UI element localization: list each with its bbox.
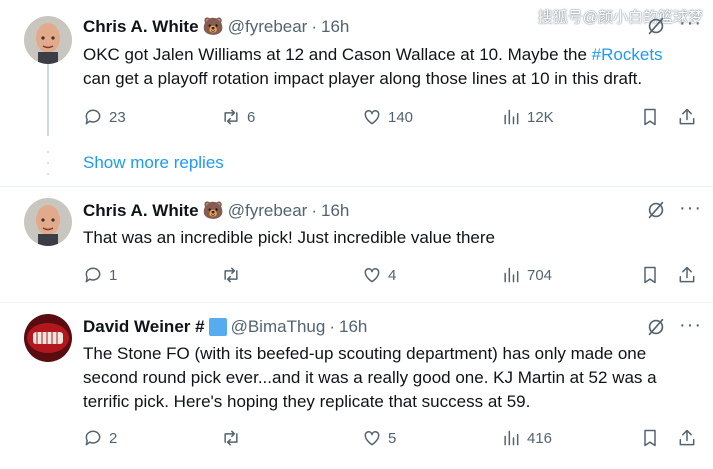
views-icon bbox=[504, 267, 519, 283]
tweet-text-line: terrific pick. Here's hoping they replic… bbox=[83, 392, 531, 411]
more-options-icon[interactable]: ··· bbox=[679, 13, 702, 33]
thread-dot bbox=[47, 151, 49, 153]
views-button[interactable]: 704 bbox=[501, 263, 552, 287]
like-count: 5 bbox=[388, 429, 397, 447]
retweet-button[interactable]: 6 bbox=[221, 105, 255, 129]
reply-count: 23 bbox=[109, 108, 126, 126]
separator: · bbox=[311, 17, 318, 36]
more-options-icon[interactable]: ··· bbox=[679, 315, 702, 335]
action-bar: 1 4 704 bbox=[83, 263, 703, 287]
author-handle[interactable]: @BimaThug bbox=[231, 317, 326, 337]
reply-icon bbox=[85, 267, 101, 283]
bookmark-icon bbox=[644, 266, 656, 284]
view-count: 12K bbox=[527, 108, 554, 126]
views-button[interactable]: 416 bbox=[501, 426, 552, 450]
bookmark-button[interactable] bbox=[640, 105, 660, 129]
grok-icon[interactable] bbox=[645, 199, 667, 226]
bookmark-icon bbox=[644, 108, 656, 126]
author-handle[interactable]: @fyrebear bbox=[228, 201, 308, 221]
heart-icon bbox=[364, 109, 380, 125]
avatar[interactable] bbox=[24, 16, 72, 64]
retweet-icon bbox=[224, 267, 238, 283]
bookmark-button[interactable] bbox=[640, 426, 660, 450]
avatar[interactable] bbox=[24, 314, 72, 362]
share-button[interactable] bbox=[677, 263, 697, 287]
avatar[interactable] bbox=[24, 198, 72, 246]
tweet-text-line: The Stone FO (with its beefed-up scoutin… bbox=[83, 344, 647, 363]
like-button[interactable]: 5 bbox=[362, 426, 396, 450]
like-count: 4 bbox=[388, 266, 397, 284]
like-button[interactable]: 4 bbox=[362, 263, 396, 287]
tweet-header: Chris A. White 🐻 @fyrebear · 16h bbox=[83, 17, 349, 37]
bear-emoji-icon: 🐻 bbox=[202, 201, 224, 220]
timestamp[interactable]: 16h bbox=[339, 317, 367, 337]
views-button[interactable]: 12K bbox=[501, 105, 554, 129]
tweet-text: OKC got Jalen Williams at 12 and Cason W… bbox=[83, 43, 708, 91]
like-button[interactable]: 140 bbox=[362, 105, 413, 129]
separator: · bbox=[329, 317, 335, 336]
reply-icon bbox=[85, 109, 101, 125]
timestamp[interactable]: 16h bbox=[321, 201, 349, 221]
view-count: 704 bbox=[527, 266, 553, 284]
more-options-icon[interactable]: ··· bbox=[679, 198, 702, 218]
author-name[interactable]: David Weiner # bbox=[83, 317, 205, 337]
views-icon bbox=[504, 430, 519, 446]
tweet-header: Chris A. White 🐻 @fyrebear · 16h bbox=[83, 201, 349, 221]
tweet-header: David Weiner # @BimaThug · 16h bbox=[83, 317, 367, 337]
retweet-button[interactable] bbox=[221, 426, 247, 450]
action-bar: 23 6 140 12K bbox=[83, 105, 703, 129]
author-handle[interactable]: @fyrebear bbox=[228, 17, 308, 37]
retweet-button[interactable] bbox=[221, 263, 247, 287]
reply-button[interactable]: 1 bbox=[83, 263, 117, 287]
reply-button[interactable]: 23 bbox=[83, 105, 126, 129]
separator: · bbox=[311, 201, 318, 220]
reply-count: 1 bbox=[109, 266, 118, 284]
tweet-text: The Stone FO (with its beefed-up scoutin… bbox=[83, 342, 708, 414]
retweet-icon bbox=[224, 109, 238, 125]
share-icon bbox=[679, 429, 695, 446]
bookmark-icon bbox=[644, 429, 656, 447]
like-count: 140 bbox=[388, 108, 414, 126]
share-icon bbox=[679, 266, 695, 283]
reply-icon bbox=[85, 430, 101, 446]
author-name[interactable]: Chris A. White bbox=[83, 201, 199, 221]
share-icon bbox=[679, 108, 695, 125]
timestamp[interactable]: 16h bbox=[321, 17, 349, 37]
retweet-count: 6 bbox=[247, 108, 256, 126]
tweet-text-part: OKC got Jalen Williams at 12 and Cason W… bbox=[83, 45, 592, 64]
action-bar: 2 5 416 bbox=[83, 426, 703, 450]
bear-emoji-icon: 🐻 bbox=[202, 17, 224, 36]
retweet-icon bbox=[224, 430, 238, 446]
heart-icon bbox=[364, 267, 380, 283]
tweet-text-part: can get a playoff rotation impact player… bbox=[83, 69, 643, 88]
reply-count: 2 bbox=[109, 429, 118, 447]
heart-icon bbox=[364, 430, 380, 446]
grok-icon[interactable] bbox=[645, 15, 667, 42]
thread-line bbox=[47, 64, 49, 136]
grok-icon[interactable] bbox=[645, 316, 667, 343]
thread-dot bbox=[47, 173, 49, 175]
thread-dot bbox=[47, 162, 49, 164]
tweet-text-line: second round pick ever...and it was a re… bbox=[83, 368, 657, 387]
tweet-text: That was an incredible pick! Just incred… bbox=[83, 228, 495, 247]
bookmark-button[interactable] bbox=[640, 263, 660, 287]
share-button[interactable] bbox=[677, 426, 697, 450]
show-more-replies-link[interactable]: Show more replies bbox=[83, 153, 224, 173]
reply-button[interactable]: 2 bbox=[83, 426, 117, 450]
views-icon bbox=[504, 109, 519, 125]
hashtag-link[interactable]: #Rockets bbox=[592, 45, 663, 64]
view-count: 416 bbox=[527, 429, 553, 447]
share-button[interactable] bbox=[677, 105, 697, 129]
blue-square-emoji-icon bbox=[208, 318, 227, 336]
divider bbox=[0, 302, 713, 303]
author-name[interactable]: Chris A. White bbox=[83, 17, 199, 37]
divider bbox=[0, 186, 713, 187]
